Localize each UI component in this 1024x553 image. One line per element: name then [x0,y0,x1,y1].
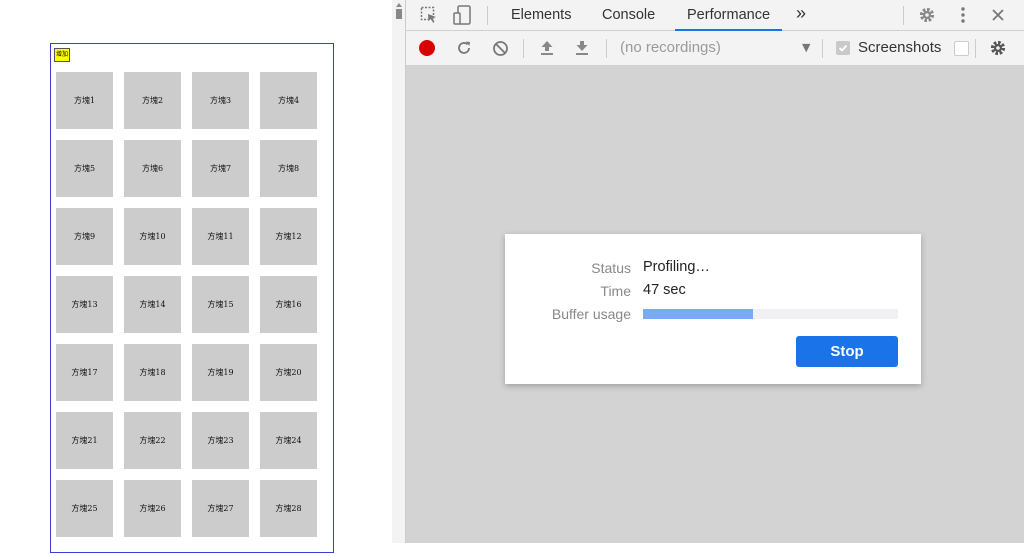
toolbar-separator [822,39,823,58]
toolbar-separator [523,39,524,58]
grid-box: 方塊12 [260,208,317,265]
profiling-status-dialog: Status Profiling… Time 47 sec Buffer usa… [505,234,921,384]
grid-box: 方塊13 [56,276,113,333]
status-value: Profiling… [643,259,710,275]
web-page: 增加 方塊1 方塊2 方塊3 方塊4 方塊5 方塊6 方塊7 方塊8 方塊9 方塊10 方塊11 方塊… [0,0,392,553]
toolbar-separator [903,6,904,25]
grid-box: 方塊2 [124,72,181,129]
grid-box: 方塊10 [124,208,181,265]
grid-box: 方塊19 [192,344,249,401]
status-label: Status [591,260,631,276]
stop-button[interactable]: Stop [796,336,898,367]
grid-box: 方塊14 [124,276,181,333]
grid-box: 方塊1 [56,72,113,129]
box-container: 增加 方塊1 方塊2 方塊3 方塊4 方塊5 方塊6 方塊7 方塊8 方塊9 方塊10 方塊11 方塊… [50,43,334,553]
grid-box: 方塊18 [124,344,181,401]
grid-box: 方塊25 [56,480,113,537]
devtools-tabbar: Elements Console Performance » [406,0,1024,31]
more-tabs-icon[interactable]: » [796,0,806,28]
drag-handle-icon [396,3,402,19]
grid-box: 方塊5 [56,140,113,197]
capture-settings-gear-icon[interactable] [987,37,1009,59]
upload-icon[interactable] [536,37,558,59]
inspect-element-icon[interactable] [418,4,440,26]
tab-elements[interactable]: Elements [511,0,571,30]
screenshots-checkbox[interactable] [836,41,850,55]
devtools-panel: Elements Console Performance » (no recor… [406,0,1024,543]
add-button[interactable]: 增加 [54,48,70,62]
performance-content: Status Profiling… Time 47 sec Buffer usa… [406,66,1024,543]
grid-box: 方塊20 [260,344,317,401]
recordings-select[interactable]: (no recordings) [620,31,721,65]
grid-box: 方塊8 [260,140,317,197]
devtools-splitter[interactable] [392,0,406,543]
grid-box: 方塊7 [192,140,249,197]
close-icon[interactable] [987,4,1009,26]
grid-box: 方塊3 [192,72,249,129]
grid-box: 方塊23 [192,412,249,469]
time-label: Time [600,283,631,299]
gear-icon[interactable] [916,4,938,26]
kebab-menu-icon[interactable] [952,4,974,26]
grid-box: 方塊24 [260,412,317,469]
toolbar-separator [975,39,976,58]
grid-box: 方塊9 [56,208,113,265]
toolbar-separator [606,39,607,58]
grid-box: 方塊16 [260,276,317,333]
grid-box: 方塊26 [124,480,181,537]
grid-box: 方塊27 [192,480,249,537]
download-icon[interactable] [571,37,593,59]
buffer-usage-fill [643,309,753,319]
memory-checkbox[interactable] [954,41,969,56]
grid-box: 方塊22 [124,412,181,469]
grid-box: 方塊17 [56,344,113,401]
box-grid: 方塊1 方塊2 方塊3 方塊4 方塊5 方塊6 方塊7 方塊8 方塊9 方塊10 方塊11 方塊12 方… [56,72,317,537]
grid-box: 方塊4 [260,72,317,129]
dropdown-arrow-icon[interactable]: ▼ [802,31,810,65]
tab-performance[interactable]: Performance [675,0,783,31]
reload-icon[interactable] [453,37,475,59]
buffer-usage-bar [643,309,898,319]
performance-toolbar: (no recordings) ▼ Screenshots [406,31,1024,66]
device-toolbar-icon[interactable] [451,4,473,26]
grid-box: 方塊11 [192,208,249,265]
tab-console[interactable]: Console [602,0,655,30]
grid-box: 方塊6 [124,140,181,197]
buffer-usage-label: Buffer usage [551,306,631,322]
grid-box: 方塊21 [56,412,113,469]
grid-box: 方塊15 [192,276,249,333]
time-value: 47 sec [643,282,686,298]
grid-box: 方塊28 [260,480,317,537]
clear-icon[interactable] [489,37,511,59]
screenshots-label[interactable]: Screenshots [858,31,941,65]
record-button[interactable] [419,40,435,56]
tab-separator [487,6,488,25]
